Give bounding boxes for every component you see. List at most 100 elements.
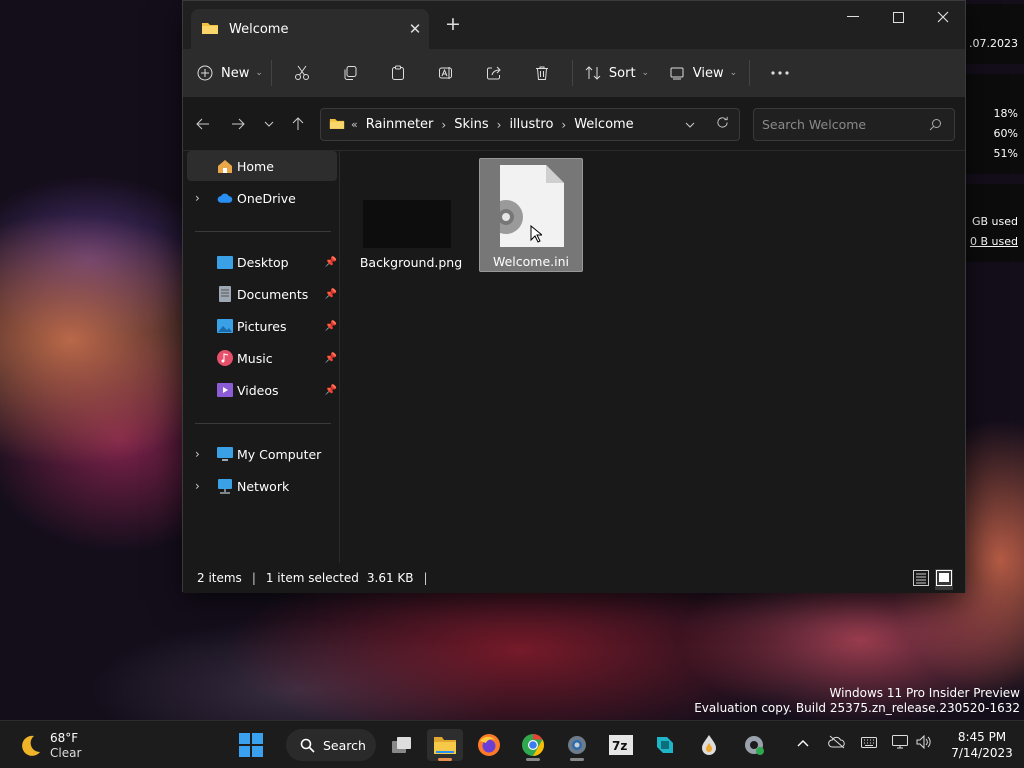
onedrive-tray-icon[interactable]	[828, 735, 846, 752]
chevron-right-icon[interactable]: ›	[195, 479, 200, 493]
close-tab-icon[interactable]: ✕	[401, 20, 429, 38]
close-window-button[interactable]	[920, 1, 966, 33]
more-options-button[interactable]	[756, 56, 804, 90]
details-view-icon[interactable]	[913, 570, 929, 589]
large-icons-view-icon[interactable]	[935, 569, 953, 590]
show-hidden-icons-button[interactable]	[797, 736, 809, 750]
sort-button[interactable]: Sort ⌄	[579, 56, 655, 90]
start-button[interactable]	[233, 729, 269, 761]
chevron-right-icon[interactable]: ›	[497, 118, 502, 132]
sidebar-label: Network	[237, 478, 290, 494]
back-button[interactable]	[189, 111, 217, 137]
maximize-button[interactable]	[875, 1, 921, 33]
keyboard-icon[interactable]	[861, 737, 877, 751]
breadcrumb-rainmeter[interactable]: Rainmeter	[366, 117, 434, 132]
file-item-background[interactable]: Background.png	[359, 158, 463, 272]
task-view-icon	[392, 737, 411, 753]
sidebar-item-desktop[interactable]: Desktop 📌	[187, 247, 337, 277]
sidebar-label: Music	[237, 350, 273, 366]
refresh-icon[interactable]	[716, 116, 729, 132]
scissors-icon	[295, 65, 309, 80]
pin-icon[interactable]: 📌	[325, 289, 337, 300]
breadcrumb-illustro[interactable]: illustro	[509, 117, 553, 132]
sidebar-label: OneDrive	[237, 190, 296, 206]
breadcrumb-welcome[interactable]: Welcome	[574, 117, 633, 132]
search-icon	[929, 118, 942, 134]
taskbar-app[interactable]	[647, 729, 683, 761]
chevron-down-icon: ⌄	[641, 68, 650, 78]
tab-welcome[interactable]: Welcome ✕	[191, 9, 429, 49]
sidebar-label: Desktop	[237, 254, 289, 270]
search-input[interactable]: Search Welcome	[753, 108, 955, 141]
chevron-right-icon[interactable]: ›	[441, 118, 446, 132]
sidebar-item-documents[interactable]: Documents 📌	[187, 279, 337, 309]
taskbar-search-button[interactable]: Search	[286, 729, 376, 761]
title-bar: Welcome ✕ +	[183, 1, 965, 49]
disk-widget: GB used 0 B used	[960, 184, 1024, 262]
weather-desc: Clear	[50, 746, 82, 760]
sidebar-item-pictures[interactable]: Pictures 📌	[187, 311, 337, 341]
taskbar-firefox[interactable]	[471, 729, 507, 761]
address-dropdown-icon[interactable]	[685, 117, 695, 131]
network-tray-icon[interactable]	[892, 735, 908, 752]
taskbar-7zip[interactable]: 7z	[603, 729, 639, 761]
videos-icon	[217, 382, 233, 398]
sidebar-label: Videos	[237, 382, 279, 398]
toolbar-divider	[271, 60, 272, 86]
plus-circle-icon	[197, 65, 213, 81]
view-button[interactable]: View ⌄	[663, 56, 743, 90]
sidebar-item-videos[interactable]: Videos 📌	[187, 375, 337, 405]
weather-widget[interactable]: 68°F Clear	[18, 731, 81, 761]
pin-icon[interactable]: 📌	[325, 353, 337, 364]
view-icon	[670, 67, 684, 80]
cut-button[interactable]	[278, 56, 326, 90]
minimize-button[interactable]	[830, 1, 876, 33]
clock-date: 7/14/2023	[951, 746, 1013, 760]
clock[interactable]: 8:45 PM 7/14/2023	[944, 729, 1020, 761]
chevron-right-icon[interactable]: ›	[561, 118, 566, 132]
sidebar-item-music[interactable]: Music 📌	[187, 343, 337, 373]
rename-button[interactable]	[422, 56, 470, 90]
navigation-pane: Home › OneDrive Desktop 📌 Documents 📌 Pi…	[183, 151, 340, 563]
clipboard-icon	[392, 65, 404, 80]
delete-button[interactable]	[518, 56, 566, 90]
sidebar-label: My Computer	[237, 446, 322, 462]
disk-used-2: 0 B used	[970, 235, 1018, 248]
sidebar-item-network[interactable]: › Network	[187, 471, 337, 501]
sort-icon	[585, 66, 601, 80]
new-tab-button[interactable]: +	[445, 13, 461, 35]
status-divider: |	[251, 571, 256, 585]
breadcrumb-overflow[interactable]: «	[351, 118, 358, 131]
volume-icon[interactable]	[916, 734, 932, 752]
chevron-right-icon[interactable]: ›	[195, 447, 200, 461]
sidebar-item-home[interactable]: Home	[187, 151, 337, 181]
recent-locations-button[interactable]	[255, 111, 283, 137]
share-button[interactable]	[470, 56, 518, 90]
task-view-button[interactable]	[384, 729, 420, 761]
taskbar-settings[interactable]	[559, 729, 595, 761]
sidebar-item-my-computer[interactable]: › My Computer	[187, 439, 337, 469]
arrow-up-icon	[292, 117, 304, 130]
arrow-right-icon	[232, 118, 245, 130]
paste-button[interactable]	[374, 56, 422, 90]
taskbar-file-explorer[interactable]	[427, 729, 463, 761]
toolbar-divider	[572, 60, 573, 86]
file-item-welcome-ini[interactable]: Welcome.ini	[479, 158, 583, 272]
new-button[interactable]: New ⌄	[195, 56, 265, 90]
pin-icon[interactable]: 📌	[325, 321, 337, 332]
up-button[interactable]	[284, 111, 312, 137]
taskbar-settings-2[interactable]	[736, 729, 772, 761]
computer-icon	[217, 446, 233, 462]
forward-button[interactable]	[224, 111, 252, 137]
breadcrumb-skins[interactable]: Skins	[454, 117, 488, 132]
copy-button[interactable]	[326, 56, 374, 90]
sidebar-item-onedrive[interactable]: › OneDrive	[187, 183, 337, 213]
pictures-icon	[217, 318, 233, 334]
pin-icon[interactable]: 📌	[325, 385, 337, 396]
taskbar-droplet[interactable]	[691, 729, 727, 761]
sidebar-divider	[195, 231, 331, 232]
chevron-right-icon[interactable]: ›	[195, 191, 200, 205]
taskbar-chrome[interactable]	[515, 729, 551, 761]
address-bar[interactable]: « Rainmeter › Skins › illustro › Welcome	[320, 108, 740, 141]
pin-icon[interactable]: 📌	[325, 257, 337, 268]
